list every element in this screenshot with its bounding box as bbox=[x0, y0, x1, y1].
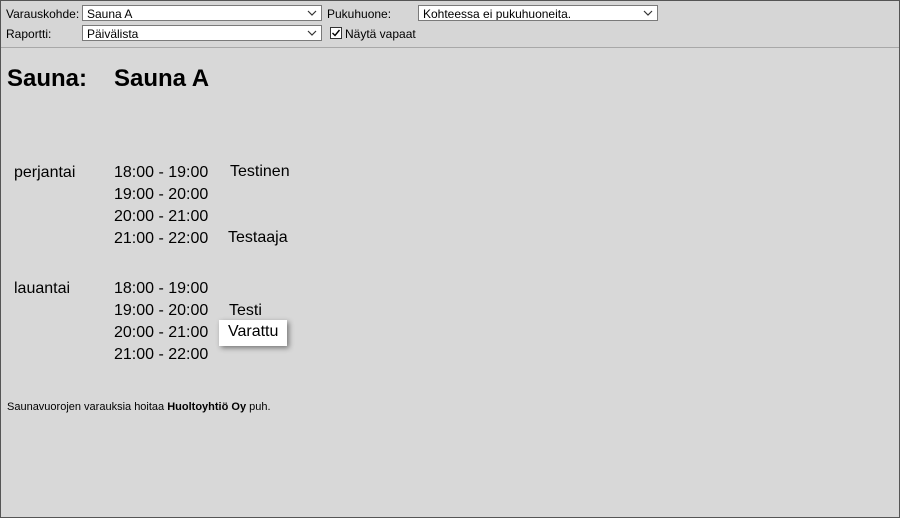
reserved-tooltip-text: Varattu bbox=[228, 323, 279, 340]
nayta-vapaat-label[interactable]: Näytä vapaat bbox=[345, 27, 416, 41]
chevron-down-icon bbox=[307, 10, 317, 16]
pukuhuone-label: Pukuhuone: bbox=[327, 7, 392, 21]
time-slot: 21:00 - 22:00 bbox=[114, 346, 209, 363]
pukuhuone-select[interactable]: Kohteessa ei pukuhuoneita. bbox=[418, 5, 658, 21]
time-slot: 19:00 - 20:00 bbox=[114, 302, 209, 319]
time-slot: 20:00 - 21:00 bbox=[114, 324, 209, 341]
reservation-name[interactable]: Testaaja bbox=[228, 228, 288, 248]
footer-prefix: Saunavuorojen varauksia hoitaa bbox=[7, 401, 168, 413]
time-slot: 19:00 - 20:00 bbox=[114, 186, 209, 203]
report-content: Sauna: Sauna A perjantai 18:00 - 19:00 T… bbox=[1, 48, 899, 517]
toolbar: Varauskohde: Sauna A Pukuhuone: Kohteess… bbox=[1, 1, 899, 48]
nayta-vapaat-checkbox[interactable] bbox=[330, 27, 342, 39]
pukuhuone-value: Kohteessa ei pukuhuoneita. bbox=[423, 7, 572, 21]
varauskohde-value: Sauna A bbox=[87, 7, 133, 21]
chevron-down-icon bbox=[307, 30, 317, 36]
checkmark-icon bbox=[332, 29, 341, 37]
app-window: Varauskohde: Sauna A Pukuhuone: Kohteess… bbox=[0, 0, 900, 518]
day-label: perjantai bbox=[14, 164, 76, 181]
reservation-name[interactable]: Testi bbox=[229, 301, 262, 321]
footer-company: Huoltoyhtiö Oy bbox=[167, 401, 247, 413]
time-slot: 18:00 - 19:00 bbox=[114, 280, 209, 297]
raportti-value: Päivälista bbox=[87, 27, 139, 41]
chevron-down-icon bbox=[643, 10, 653, 16]
footer-suffix: puh. bbox=[246, 401, 271, 413]
sauna-heading-label: Sauna: bbox=[7, 65, 88, 92]
varauskohde-select[interactable]: Sauna A bbox=[82, 5, 322, 21]
reserved-tooltip: Varattu bbox=[219, 320, 288, 346]
time-slot: 21:00 - 22:00 bbox=[114, 230, 209, 247]
raportti-label: Raportti: bbox=[6, 27, 52, 41]
day-label: lauantai bbox=[14, 280, 71, 297]
footer-note: Saunavuorojen varauksia hoitaa Huoltoyht… bbox=[7, 400, 271, 414]
reservation-name[interactable]: Testinen bbox=[230, 162, 290, 182]
varauskohde-label: Varauskohde: bbox=[6, 7, 80, 21]
sauna-heading-value: Sauna A bbox=[114, 65, 210, 92]
time-slot: 20:00 - 21:00 bbox=[114, 208, 209, 225]
raportti-select[interactable]: Päivälista bbox=[82, 25, 322, 41]
time-slot: 18:00 - 19:00 bbox=[114, 164, 209, 181]
